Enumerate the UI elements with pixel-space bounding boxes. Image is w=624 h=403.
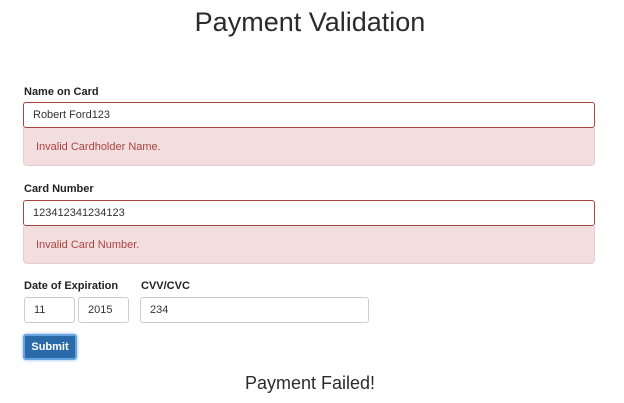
expiration-month-input[interactable]	[24, 297, 75, 323]
card-number-input[interactable]	[23, 200, 595, 226]
name-on-card-label: Name on Card	[24, 86, 99, 98]
card-number-error-alert: Invalid Card Number.	[23, 226, 595, 264]
cvv-label: CVV/CVC	[141, 280, 190, 292]
payment-result-message: Payment Failed!	[244, 373, 376, 393]
name-on-card-error-alert: Invalid Cardholder Name.	[23, 128, 595, 166]
payment-validation-page: Payment Validation Name on Card Invalid …	[0, 0, 624, 403]
card-number-label: Card Number	[24, 183, 94, 195]
expiration-year-input[interactable]	[78, 297, 129, 323]
submit-button[interactable]: Submit	[23, 334, 77, 360]
name-on-card-input[interactable]	[23, 102, 595, 128]
expiration-label: Date of Expiration	[24, 280, 119, 292]
page-title: Payment Validation	[194, 7, 426, 37]
cvv-input[interactable]	[140, 297, 369, 323]
